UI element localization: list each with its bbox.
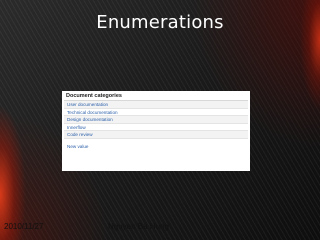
list-item[interactable]: Technical documentation bbox=[64, 108, 248, 117]
new-value-link[interactable]: New value bbox=[64, 144, 248, 149]
list-item[interactable]: Innerflow bbox=[64, 123, 248, 132]
footer-author: Nguyen Ba Hung bbox=[108, 222, 169, 231]
list-item[interactable]: Design documentation bbox=[64, 116, 248, 124]
list-item[interactable]: Code review bbox=[64, 131, 248, 139]
footer-date: 2010/11/27 bbox=[4, 222, 44, 231]
category-list: User documentation Technical documentati… bbox=[64, 101, 248, 139]
slide-title: Enumerations bbox=[96, 12, 224, 33]
list-item[interactable]: User documentation bbox=[64, 101, 248, 109]
panel-header: Document categories bbox=[64, 92, 248, 101]
document-categories-panel: Document categories User documentation T… bbox=[62, 91, 250, 171]
